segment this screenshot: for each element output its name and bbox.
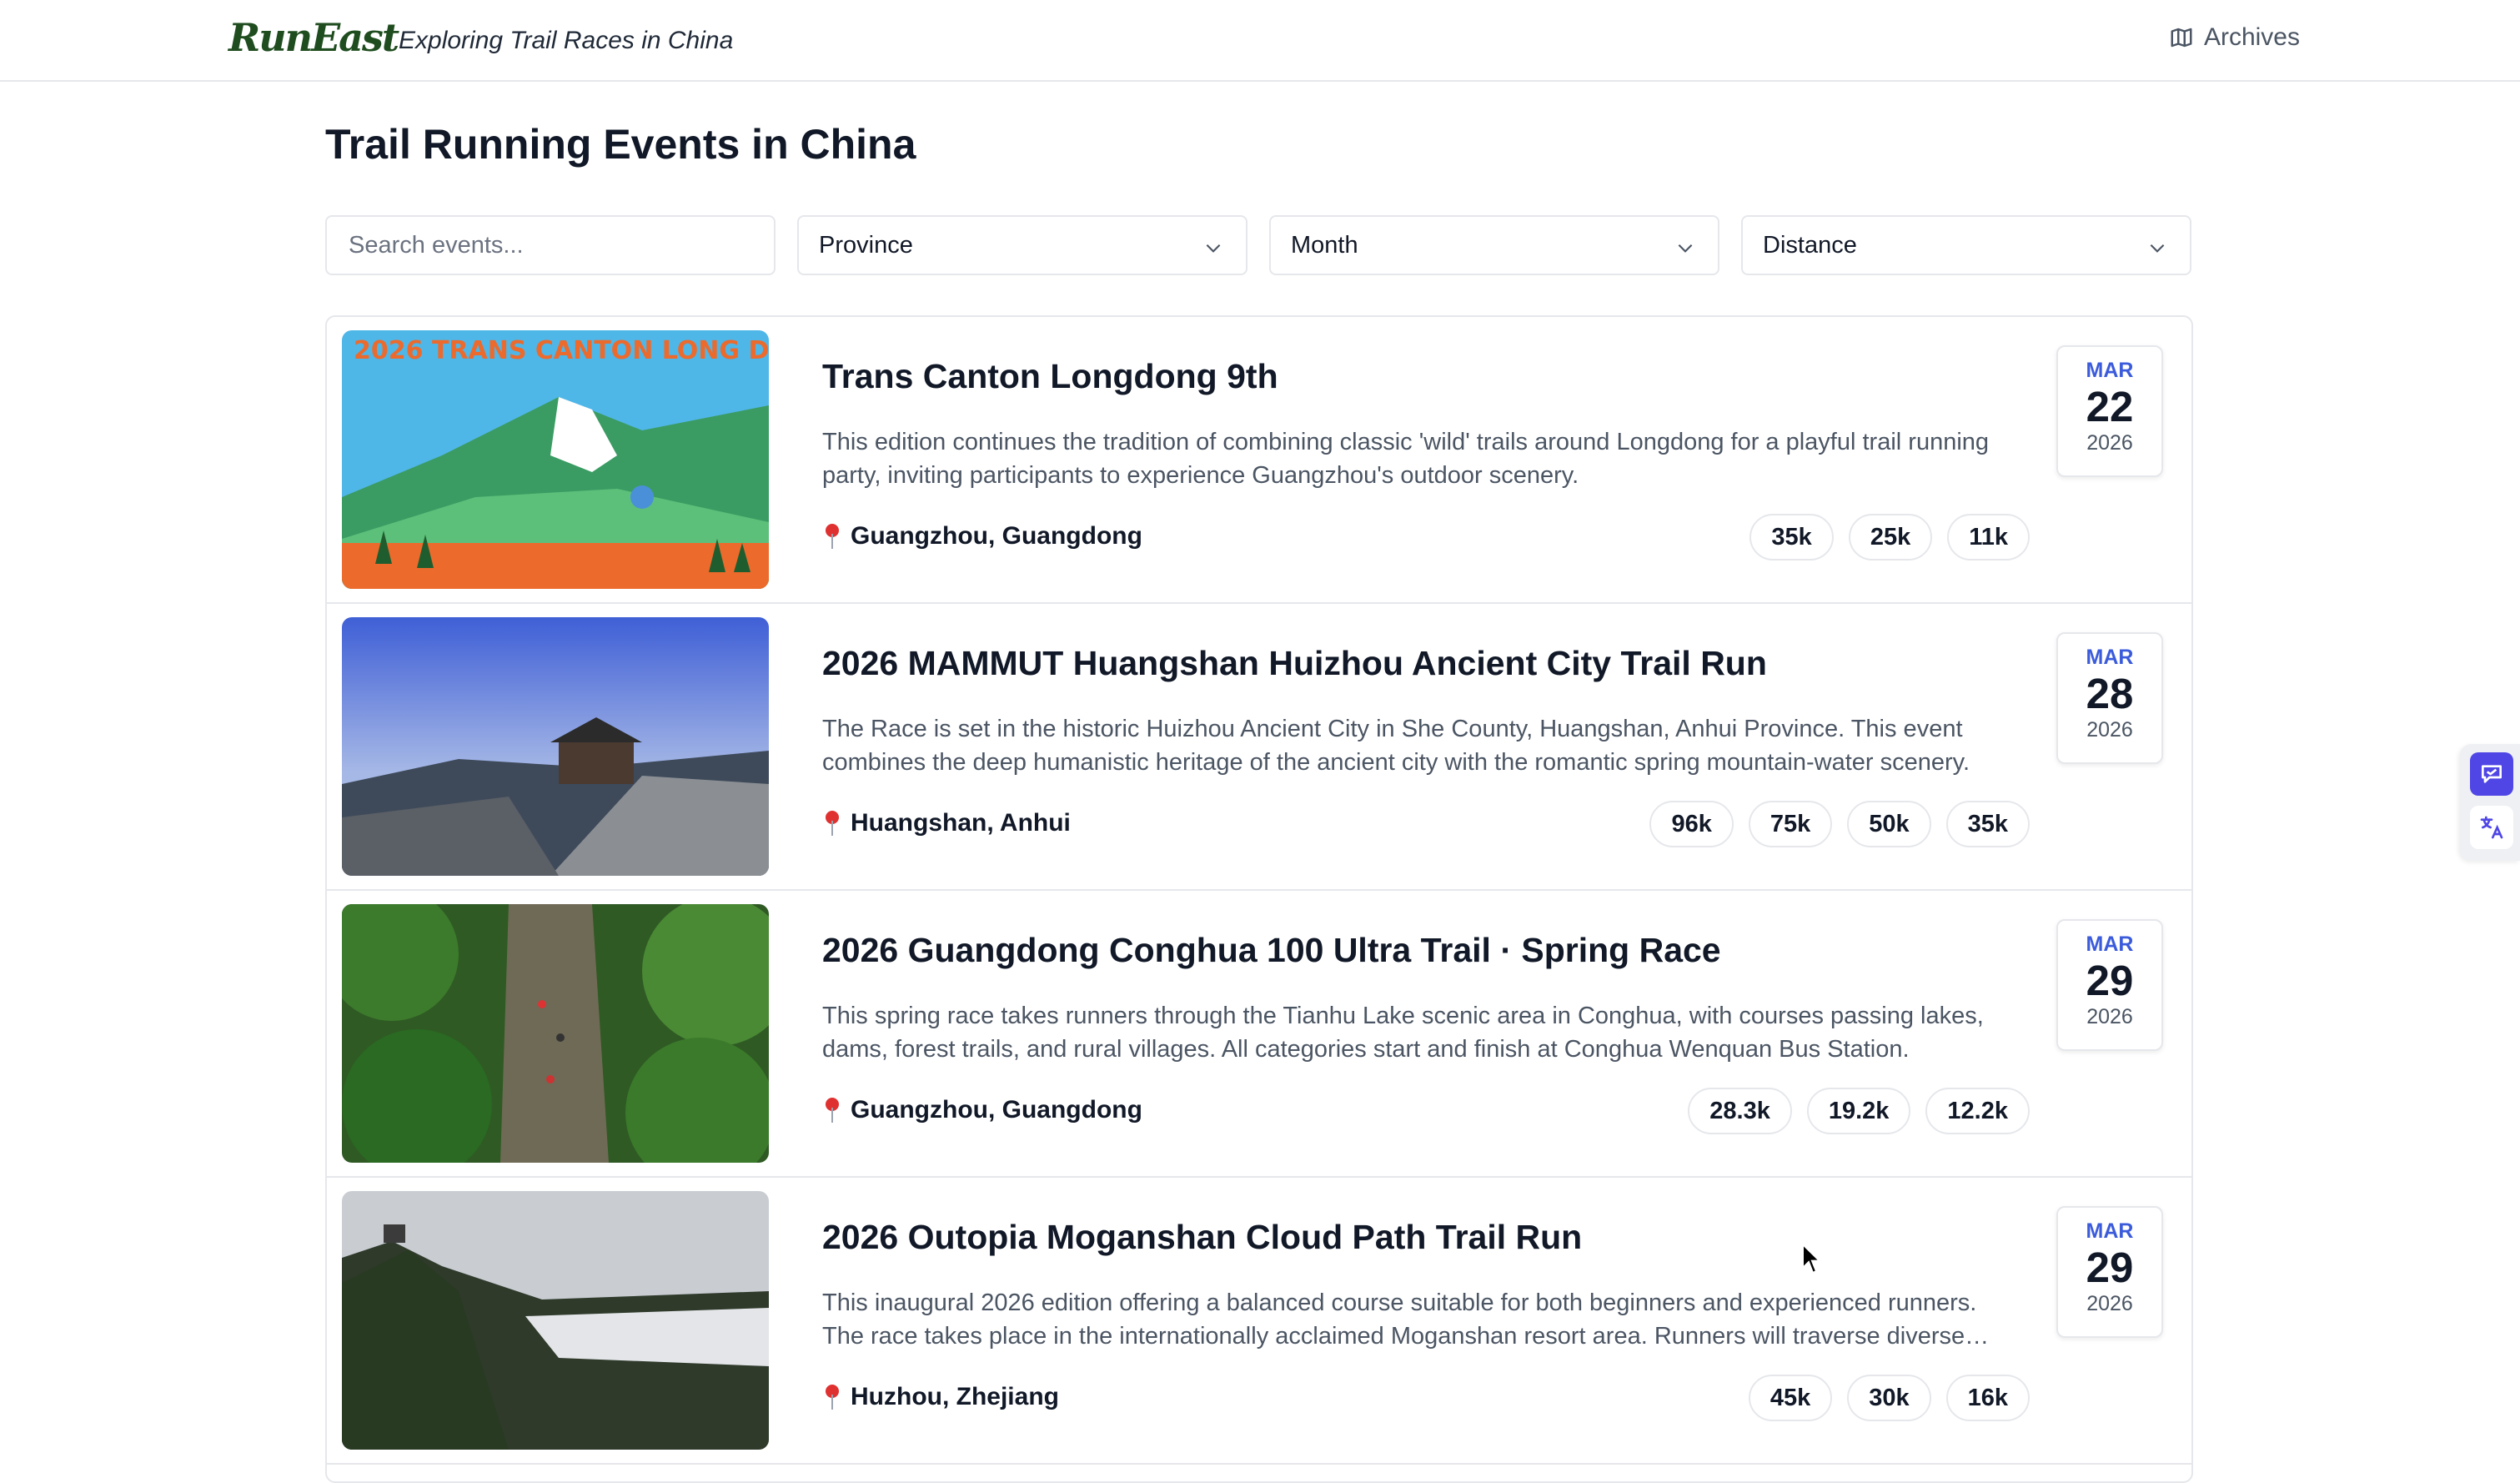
event-location: Huzhou, Zhejiang (822, 1383, 1059, 1411)
event-title[interactable]: 2026 MAMMUT Huangshan Huizhou Ancient Ci… (822, 644, 1767, 683)
event-description: This inaugural 2026 edition offering a b… (822, 1289, 1977, 1350)
search-input[interactable] (347, 230, 754, 260)
event-card[interactable]: 2026 Outopia Moganshan Cloud Path Trail … (327, 1178, 2191, 1465)
event-date-month: MAR (2086, 1219, 2134, 1243)
site-tagline: Exploring Trail Races in China (399, 27, 734, 54)
distance-tag[interactable]: 30k (1847, 1375, 1931, 1421)
site-logo[interactable]: RunEast (228, 15, 399, 60)
top-nav: RunEast Exploring Trail Races in China A… (0, 0, 2520, 82)
search-box[interactable] (325, 215, 776, 275)
distance-tag[interactable]: 50k (1847, 801, 1931, 847)
event-date-day: 29 (2086, 957, 2134, 1004)
event-card[interactable]: 2026 MAMMUT Huangshan Huizhou Ancient Ci… (327, 604, 2191, 891)
mouse-cursor-icon (1802, 1243, 1822, 1274)
event-photo-image[interactable] (342, 904, 769, 1163)
event-date-badge: MAR 22 2026 (2056, 345, 2163, 477)
page-title: Trail Running Events in China (325, 121, 916, 168)
event-title[interactable]: Trans Canton Longdong 9th (822, 357, 1278, 396)
province-select[interactable]: Province (797, 215, 1247, 275)
event-date-month: MAR (2086, 359, 2134, 382)
distance-tags: 45k 30k 16k (1748, 1375, 2030, 1421)
chevron-down-icon (1206, 244, 1221, 253)
event-card[interactable]: 2026 TRANS CANTON LONG DONG Trans Canton… (327, 317, 2191, 604)
location-pin-icon (826, 1098, 839, 1123)
distance-tag[interactable]: 45k (1748, 1375, 1833, 1421)
event-description: The Race is set in the historic Huizhou … (822, 716, 1970, 776)
distance-tag[interactable]: 35k (1945, 801, 2030, 847)
distance-tags: 35k 25k 11k (1749, 514, 2030, 561)
distance-tag[interactable]: 11k (1947, 514, 2030, 561)
month-select[interactable]: Month (1269, 215, 1719, 275)
translate-icon (2480, 816, 2503, 839)
event-date-badge: MAR 29 2026 (2056, 1206, 2163, 1338)
event-card[interactable]: 2026 Guangdong Conghua 100 Ultra Trail ·… (327, 891, 2191, 1178)
province-select-value: Province (819, 231, 913, 259)
distance-tag[interactable]: 16k (1945, 1375, 2030, 1421)
event-title[interactable]: 2026 Outopia Moganshan Cloud Path Trail … (822, 1218, 1582, 1257)
distance-tag[interactable]: 35k (1749, 514, 1834, 561)
event-date-year: 2026 (2086, 1005, 2133, 1028)
side-widget (2460, 744, 2520, 861)
distance-tag[interactable]: 28.3k (1688, 1088, 1792, 1134)
event-date-day: 28 (2086, 670, 2134, 717)
map-icon (2171, 28, 2192, 48)
chat-icon (2482, 765, 2502, 783)
poster-title: 2026 TRANS CANTON LONG DONG (354, 336, 769, 365)
month-select-value: Month (1291, 231, 1358, 259)
event-location: Guangzhou, Guangdong (822, 1096, 1142, 1124)
event-date-year: 2026 (2086, 718, 2133, 742)
translate-button[interactable] (2470, 806, 2513, 849)
location-pin-icon (826, 811, 839, 836)
event-location-text: Guangzhou, Guangdong (851, 1096, 1142, 1124)
distance-select[interactable]: Distance (1741, 215, 2191, 275)
event-location: Guangzhou, Guangdong (822, 522, 1142, 550)
event-description: This edition continues the tradition of … (822, 429, 1990, 489)
distance-tag[interactable]: 75k (1748, 801, 1833, 847)
event-location: Huangshan, Anhui (822, 809, 1071, 837)
event-date-month: MAR (2086, 646, 2134, 669)
event-list: 2026 TRANS CANTON LONG DONG Trans Canton… (325, 315, 2193, 1483)
chevron-down-icon (1678, 244, 1693, 253)
distance-tag[interactable]: 12.2k (1925, 1088, 2030, 1134)
distance-tag[interactable]: 96k (1649, 801, 1734, 847)
location-pin-icon (826, 524, 839, 549)
event-description: This spring race takes runners through t… (822, 1003, 1984, 1063)
event-date-month: MAR (2086, 933, 2134, 956)
event-date-day: 29 (2086, 1244, 2134, 1291)
event-photo-image[interactable] (342, 617, 769, 876)
event-title[interactable]: 2026 Guangdong Conghua 100 Ultra Trail ·… (822, 931, 1721, 970)
event-date-badge: MAR 29 2026 (2056, 919, 2163, 1051)
location-pin-icon (826, 1385, 839, 1410)
distance-tag[interactable]: 25k (1848, 514, 1933, 561)
event-photo-image[interactable] (342, 1191, 769, 1450)
event-location-text: Huzhou, Zhejiang (851, 1383, 1059, 1410)
event-date-badge: MAR 28 2026 (2056, 632, 2163, 764)
distance-tag[interactable]: 19.2k (1806, 1088, 1911, 1134)
archives-link[interactable]: Archives (2169, 23, 2300, 52)
distance-tags: 28.3k 19.2k 12.2k (1688, 1088, 2030, 1134)
distance-select-value: Distance (1763, 231, 1857, 259)
event-location-text: Huangshan, Anhui (851, 809, 1071, 837)
event-date-year: 2026 (2086, 431, 2133, 455)
chat-button[interactable] (2470, 752, 2513, 796)
event-location-text: Guangzhou, Guangdong (851, 522, 1142, 550)
event-date-year: 2026 (2086, 1292, 2133, 1315)
distance-tags: 96k 75k 50k 35k (1649, 801, 2030, 847)
event-date-day: 22 (2086, 383, 2134, 430)
archives-label: Archives (2203, 23, 2300, 51)
event-poster-image[interactable]: 2026 TRANS CANTON LONG DONG (342, 330, 769, 589)
chevron-down-icon (2150, 244, 2165, 253)
